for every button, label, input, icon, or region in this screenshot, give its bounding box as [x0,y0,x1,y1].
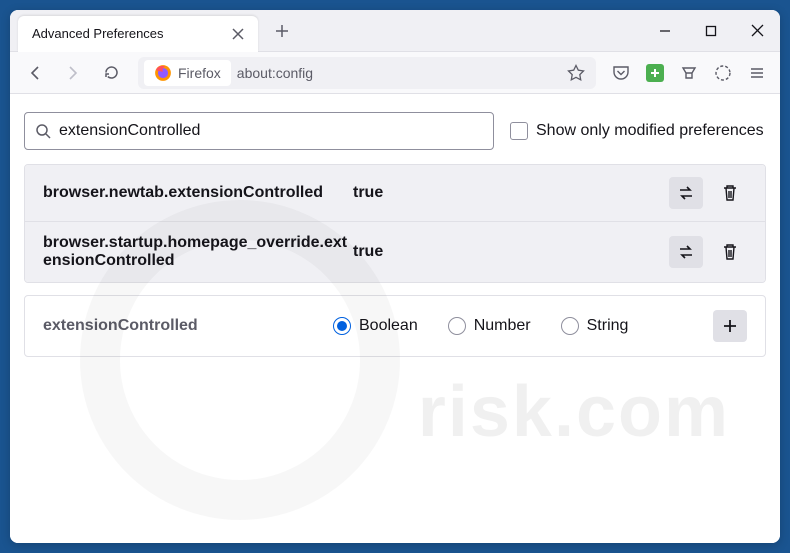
preference-value: true [353,184,669,202]
pocket-icon[interactable] [606,58,636,88]
preference-name: browser.startup.homepage_override.extens… [43,234,353,270]
delete-button[interactable] [713,177,747,209]
url-text: about:config [237,65,562,81]
back-button[interactable] [18,57,52,89]
delete-button[interactable] [713,236,747,268]
new-preference-name: extensionControlled [43,317,333,335]
radio-icon[interactable] [448,317,466,335]
maximize-button[interactable] [688,10,734,52]
show-modified-toggle[interactable]: Show only modified preferences [510,122,764,140]
search-icon [35,123,51,139]
type-radio-group: Boolean Number String [333,317,713,335]
forward-button[interactable] [56,57,90,89]
titlebar: Advanced Preferences [10,10,780,52]
identity-label: Firefox [178,65,221,81]
bookmark-star-icon[interactable] [562,59,590,87]
preference-row: browser.newtab.extensionControlled true [25,165,765,221]
firefox-icon [154,64,172,82]
radio-number[interactable]: Number [448,317,531,335]
radio-icon[interactable] [561,317,579,335]
close-window-button[interactable] [734,10,780,52]
inbox-icon[interactable] [674,58,704,88]
new-tab-button[interactable] [266,15,298,47]
radio-string[interactable]: String [561,317,629,335]
browser-tab[interactable]: Advanced Preferences [18,16,258,52]
add-button[interactable] [713,310,747,342]
reload-button[interactable] [94,57,128,89]
search-input[interactable] [59,122,483,140]
identity-box[interactable]: Firefox [144,60,231,86]
new-preference-row: extensionControlled Boolean Number Strin… [24,295,766,357]
toolbar: Firefox about:config [10,52,780,94]
checkbox-icon[interactable] [510,122,528,140]
radio-icon[interactable] [333,317,351,335]
browser-window: Advanced Preferences Firefox about:confi… [10,10,780,543]
minimize-button[interactable] [642,10,688,52]
content-area: Show only modified preferences browser.n… [10,94,780,543]
window-controls [642,10,780,52]
toggle-button[interactable] [669,236,703,268]
tab-title: Advanced Preferences [32,26,228,41]
preference-name: browser.newtab.extensionControlled [43,184,353,202]
menu-button[interactable] [742,58,772,88]
close-icon[interactable] [228,24,248,44]
preference-row: browser.startup.homepage_override.extens… [25,221,765,282]
url-bar[interactable]: Firefox about:config [138,57,596,89]
preference-value: true [353,243,669,261]
account-icon[interactable] [708,58,738,88]
search-box[interactable] [24,112,494,150]
preference-list: browser.newtab.extensionControlled true … [24,164,766,283]
extension-icon[interactable] [640,58,670,88]
radio-boolean[interactable]: Boolean [333,317,418,335]
checkbox-label-text: Show only modified preferences [536,122,764,140]
toggle-button[interactable] [669,177,703,209]
